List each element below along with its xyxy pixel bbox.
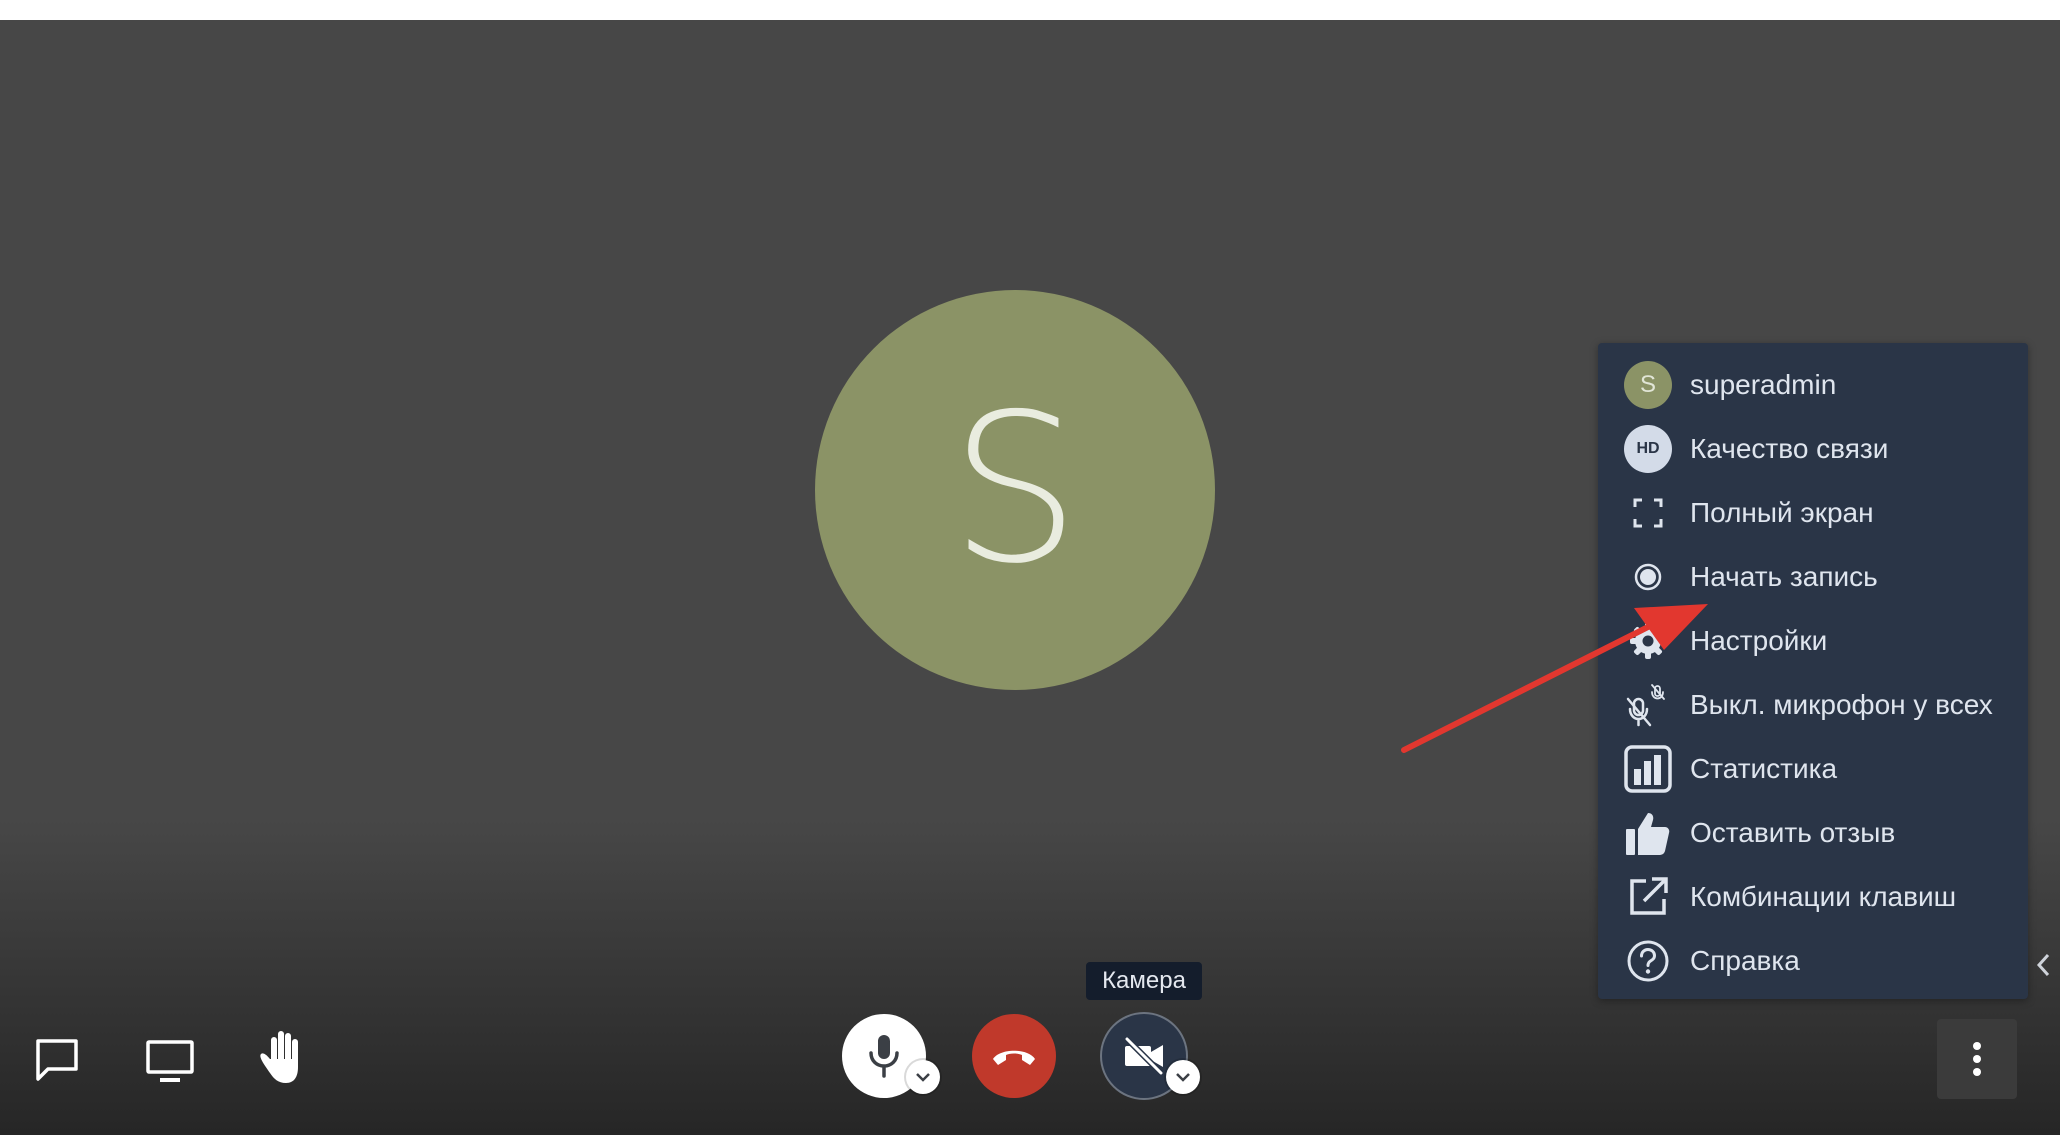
camera-tooltip: Камера: [1086, 962, 1202, 1000]
menu-item-label: Выкл. микрофон у всех: [1690, 689, 1993, 720]
microphone-icon: [869, 1035, 899, 1078]
tooltip-text: Камера: [1102, 967, 1186, 994]
hangup-button[interactable]: [972, 1014, 1056, 1098]
mic-options-chevron[interactable]: [906, 1060, 940, 1094]
overflow-menu: S superadmin HD Качество связи Полный эк…: [1598, 343, 2028, 999]
menu-item-label: Комбинации клавиш: [1690, 881, 1957, 912]
record-icon: [1622, 551, 1674, 603]
menu-item-record[interactable]: Начать запись: [1598, 545, 2028, 609]
participant-initial: S: [949, 370, 1081, 609]
menu-item-fullscreen[interactable]: Полный экран: [1598, 481, 2028, 545]
menu-item-feedback[interactable]: Оставить отзыв: [1598, 801, 2028, 865]
chevron-left-icon[interactable]: [2028, 948, 2058, 982]
menu-item-shortcuts[interactable]: Комбинации клавиш: [1598, 865, 2028, 929]
menu-item-label: Настройки: [1690, 625, 1828, 656]
chat-icon[interactable]: [32, 1035, 82, 1085]
menu-item-help[interactable]: Справка: [1598, 929, 2028, 993]
menu-item-label: Статистика: [1690, 753, 1838, 784]
chevron-down-icon: [916, 1073, 930, 1082]
camera-options-chevron[interactable]: [1166, 1060, 1200, 1094]
help-icon: [1622, 935, 1674, 987]
mute-all-icon: [1622, 679, 1674, 731]
camera-off-icon: [1124, 1036, 1164, 1076]
hd-icon: HD: [1622, 423, 1674, 475]
raise-hand-icon[interactable]: [256, 1028, 310, 1086]
menu-item-mute-all[interactable]: Выкл. микрофон у всех: [1598, 673, 2028, 737]
menu-item-label: Справка: [1690, 945, 1800, 976]
avatar-icon: S: [1622, 359, 1674, 411]
menu-item-label: Начать запись: [1690, 561, 1878, 592]
menu-item-profile[interactable]: S superadmin: [1598, 353, 2028, 417]
participant-avatar: S: [815, 290, 1215, 690]
menu-item-label: Полный экран: [1690, 497, 1874, 528]
fullscreen-icon: [1622, 487, 1674, 539]
menu-item-label: Оставить отзыв: [1690, 817, 1896, 848]
thumbs-up-icon: [1622, 807, 1674, 859]
menu-item-label: superadmin: [1690, 369, 1837, 400]
external-link-icon: [1622, 871, 1674, 923]
more-vertical-icon: [1973, 1042, 1981, 1076]
screen-share-icon[interactable]: [142, 1035, 198, 1085]
menu-item-stats[interactable]: Статистика: [1598, 737, 2028, 801]
mini-avatar: S: [1624, 361, 1672, 409]
menu-item-settings[interactable]: Настройки: [1598, 609, 2028, 673]
menu-item-label: Качество связи: [1690, 433, 1889, 464]
hd-badge: HD: [1624, 425, 1672, 473]
window-edge: [2060, 0, 2065, 1135]
more-options-button[interactable]: [1937, 1019, 2017, 1099]
gear-icon: [1622, 615, 1674, 667]
chevron-down-icon: [1176, 1073, 1190, 1082]
hangup-icon: [993, 1050, 1035, 1065]
stats-icon: [1622, 743, 1674, 795]
menu-item-quality[interactable]: HD Качество связи: [1598, 417, 2028, 481]
